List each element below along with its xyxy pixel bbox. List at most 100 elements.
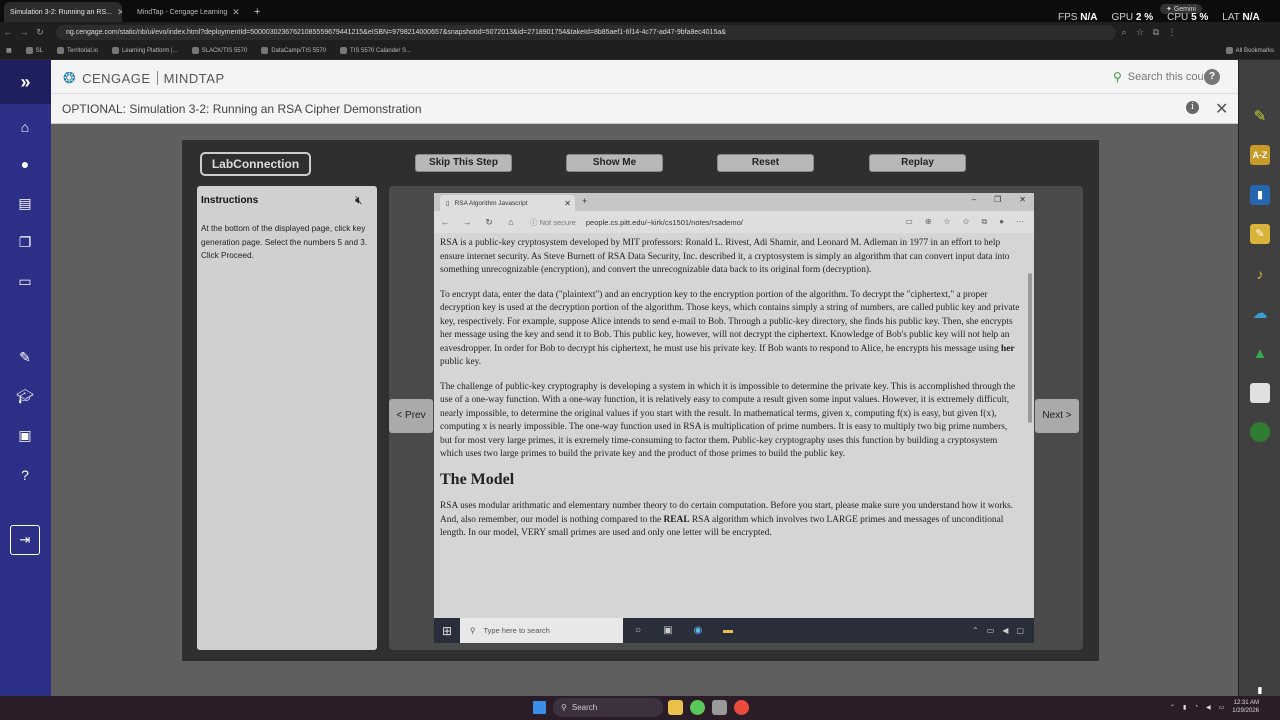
notes-icon[interactable]: ▤ (15, 193, 35, 213)
browser-tab-simulation[interactable]: Simulation 3-2: Running an RS... ✕ (4, 2, 122, 22)
info-icon[interactable]: i (1186, 101, 1199, 114)
close-tab-icon[interactable]: ✕ (117, 7, 122, 18)
home-icon[interactable]: ⌂ (15, 117, 35, 137)
collections-icon[interactable]: ⧉ (981, 217, 987, 227)
volume-icon[interactable]: ◀︎ (1206, 704, 1211, 711)
highlighter-icon[interactable]: ✎ (1250, 107, 1270, 127)
help-icon[interactable]: ? (15, 465, 35, 485)
cengage-green-app-icon[interactable] (1250, 422, 1270, 442)
next-button[interactable]: Next > (1035, 399, 1079, 433)
page-scrollbar[interactable] (1028, 273, 1032, 423)
forward-icon[interactable]: → (456, 217, 478, 227)
reload-icon[interactable]: ↻ (478, 217, 500, 228)
tray-arrow-icon[interactable]: ⌃ (972, 626, 979, 635)
profile-icon[interactable]: ● (15, 154, 35, 174)
zoom-icon[interactable]: ⌕ (1116, 27, 1132, 38)
bookmark-item[interactable]: SLACK/TIS 5570 (191, 47, 247, 54)
battery-icon[interactable]: ▭ (1219, 704, 1225, 711)
notifications-icon[interactable]: ▢ (1016, 626, 1024, 635)
extensions-icon[interactable]: ⧉ (1148, 27, 1164, 38)
menu-icon[interactable]: ⋮ (1164, 27, 1180, 38)
more-icon[interactable]: ⋯ (1016, 217, 1024, 227)
favorite-icon[interactable]: ☆ (944, 217, 951, 227)
book-app-icon[interactable]: ▮ (1250, 185, 1270, 205)
mic-icon[interactable]: ▮ (1183, 704, 1186, 711)
apps-icon[interactable]: ▦ (6, 47, 12, 54)
gradebook-icon[interactable]: ▭ (15, 271, 35, 291)
forward-icon[interactable]: → (16, 27, 32, 37)
favorites-icon[interactable]: ✩ (963, 217, 970, 227)
read-speaker-icon[interactable]: ♪ (1250, 264, 1270, 284)
volume-icon[interactable]: ◀︎ (1002, 626, 1008, 635)
glossary-icon[interactable]: A-Z (1250, 145, 1270, 165)
new-tab-button[interactable]: + (248, 2, 266, 22)
show-me-button[interactable]: Show Me (566, 154, 663, 172)
bookmark-item[interactable]: TIS 5570 Calander S... (340, 47, 411, 54)
simulated-tab[interactable]: ▯ RSA Algorithm Javascript ✕ (440, 195, 575, 211)
mute-icon[interactable]: 🔇︎ (355, 193, 363, 208)
exit-icon[interactable]: ⇥ (10, 525, 40, 555)
network-icon[interactable]: ◔ (1194, 704, 1198, 710)
reader-icon[interactable]: ▭ (905, 217, 913, 227)
paragraph: RSA is a public-key cryptosystem develop… (440, 238, 1010, 275)
taskbar-search[interactable]: ⚲ Type here to search (460, 618, 623, 643)
all-bookmarks-button[interactable]: All Bookmarks (1225, 47, 1274, 54)
google-drive-icon[interactable]: ▲ (1250, 344, 1270, 364)
close-window-icon[interactable]: ✕ (1019, 195, 1026, 204)
flashcards-icon[interactable] (1250, 383, 1270, 403)
reset-button[interactable]: Reset (717, 154, 814, 172)
windows-start-icon[interactable]: ⊞ (434, 624, 460, 638)
task-view-icon[interactable]: ○ (623, 625, 653, 636)
reload-icon[interactable]: ↻ (32, 27, 48, 38)
edge-icon[interactable]: ◉ (683, 625, 713, 636)
tools-icon[interactable]: ✎ (15, 347, 35, 367)
onedrive-icon[interactable]: ☁ (1250, 304, 1270, 324)
app-icon[interactable] (712, 700, 727, 715)
chrome-icon[interactable] (734, 700, 749, 715)
back-icon[interactable]: ← (434, 217, 456, 227)
home-icon[interactable]: ⌂ (500, 217, 522, 227)
bookmark-star-icon[interactable]: ☆ (1132, 27, 1148, 38)
browser-tab-mindtap[interactable]: MindTap - Cengage Learning ✕ (126, 2, 244, 22)
url-field[interactable]: ng.cengage.com/static/nb/ui/evo/index.ht… (56, 24, 1116, 40)
new-tab-button[interactable]: + (582, 196, 587, 206)
bookmark-item[interactable]: Learning Platform |... (112, 47, 178, 54)
mic-icon[interactable]: ▮ (1255, 680, 1265, 695)
app-icon[interactable] (690, 700, 705, 715)
notes-app-icon[interactable]: ✎ (1250, 224, 1270, 244)
network-icon[interactable]: ▭ (987, 626, 995, 635)
close-tab-icon[interactable]: ✕ (564, 199, 571, 208)
close-tab-icon[interactable]: ✕ (232, 7, 240, 18)
expand-nav-icon[interactable]: » (0, 60, 51, 104)
zoom-icon[interactable]: ⊕ (925, 217, 932, 227)
windows-start-icon[interactable] (533, 701, 546, 714)
file-explorer-icon[interactable]: ▬ (713, 625, 743, 636)
not-secure-label[interactable]: ⓘ Not secure (530, 217, 576, 228)
prev-button[interactable]: < Prev (389, 399, 433, 433)
minimize-icon[interactable]: – (972, 195, 976, 204)
bookmark-item[interactable]: Territorial.io (57, 47, 98, 54)
simulated-url[interactable]: people.cs.pitt.edu/~kirk/cs1501/notes/rs… (586, 218, 743, 227)
tab-label: Simulation 3-2: Running an RS... (10, 8, 112, 16)
app-icon[interactable]: ▣ (653, 625, 683, 636)
instructions-title: Instructions (201, 195, 259, 206)
tray-arrow-icon[interactable]: ⌃ (1170, 704, 1175, 711)
help-button[interactable]: ? (1204, 69, 1220, 85)
close-activity-icon[interactable]: ✕ (1215, 99, 1228, 119)
search-icon: ⚲ (561, 703, 567, 712)
back-icon[interactable]: ← (0, 27, 16, 37)
bookmark-item[interactable]: SL (25, 47, 43, 54)
os-search[interactable]: ⚲ Search (553, 698, 663, 717)
bookmark-item[interactable]: DataCamp/TIS 5570 (261, 47, 326, 54)
tab-label: MindTap - Cengage Learning (137, 8, 228, 16)
file-explorer-icon[interactable] (668, 700, 683, 715)
product-text: MINDTAP (163, 70, 225, 86)
briefcase-icon[interactable]: ▣ (15, 425, 35, 445)
education-icon[interactable]: 🎓︎ (15, 386, 35, 406)
profile-icon[interactable]: ● (999, 217, 1004, 227)
book-icon[interactable]: ❐ (15, 232, 35, 252)
skip-step-button[interactable]: Skip This Step (415, 154, 512, 172)
maximize-icon[interactable]: ❐ (994, 195, 1001, 204)
replay-button[interactable]: Replay (869, 154, 966, 172)
clock[interactable]: 12:31 AM 1/29/2026 (1232, 699, 1259, 715)
